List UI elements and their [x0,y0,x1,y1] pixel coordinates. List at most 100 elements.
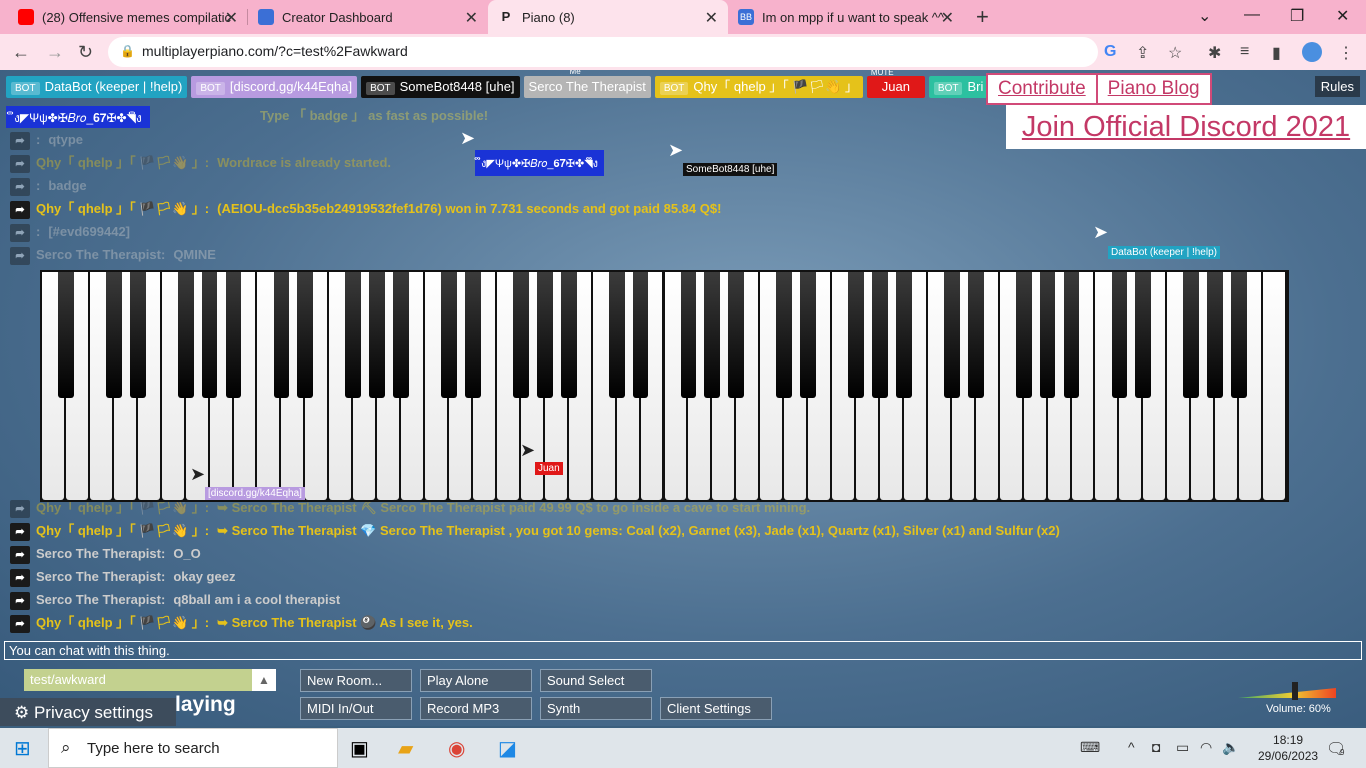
black-key[interactable] [393,272,410,398]
keyboard-icon[interactable]: ⌨ [1080,739,1100,756]
black-key[interactable] [728,272,745,398]
join-discord-link[interactable]: Join Official Discord 2021 [1006,105,1366,149]
back-icon[interactable]: ← [12,42,30,63]
sound-select-button[interactable]: Sound Select [540,669,652,692]
black-key[interactable] [1111,272,1128,398]
device-icon[interactable]: ◘ [1152,739,1160,755]
browser-tab-youtube[interactable]: (28) Offensive memes compilatic ✕ [8,0,248,34]
reply-arrow-icon[interactable]: ➦ [10,523,30,541]
tab-search-icon[interactable]: ⌄ [1198,6,1211,26]
close-window-button[interactable]: ✕ [1336,6,1349,26]
media-icon[interactable]: ≡ [1240,43,1249,61]
menu-icon[interactable]: ⋮ [1338,43,1354,63]
caret-up-icon[interactable]: ▲ [252,669,276,691]
black-key[interactable] [536,272,553,398]
rules-button[interactable]: Rules [1314,76,1360,97]
black-key[interactable] [1183,272,1200,398]
white-key[interactable] [1263,272,1285,500]
reply-arrow-icon[interactable]: ➦ [10,592,30,610]
extensions-icon[interactable]: ✱ [1208,43,1221,63]
black-key[interactable] [776,272,793,398]
black-key[interactable] [441,272,457,398]
client-settings-button[interactable]: Client Settings [660,697,772,720]
piano-keyboard[interactable] [40,270,1289,502]
reply-arrow-icon[interactable]: ➦ [10,178,30,196]
black-key[interactable] [1063,272,1080,398]
close-icon[interactable]: ✕ [465,8,478,28]
forward-icon[interactable]: → [46,42,64,63]
black-key[interactable] [1015,272,1032,398]
privacy-settings-button[interactable]: ⚙ Privacy settings [0,698,176,726]
user-somebot[interactable]: BOT SomeBot8448 [uhe] [361,76,520,98]
roblox-studio-icon[interactable]: ◪ [498,736,517,761]
reply-arrow-icon[interactable]: ➦ [10,132,30,150]
close-icon[interactable]: ✕ [941,8,954,28]
user-databot[interactable]: BOT DataBot (keeper | !help) [6,76,188,98]
user-serco[interactable]: Me Serco The Therapist [523,70,651,98]
black-key[interactable] [800,272,817,398]
taskbar-search[interactable]: ⌕ Type here to search [48,728,338,768]
black-key[interactable] [1207,272,1224,398]
black-key[interactable] [345,272,362,398]
battery-icon[interactable]: ▭ [1176,739,1189,756]
black-key[interactable] [608,272,625,398]
reply-arrow-icon[interactable]: ➦ [10,569,30,587]
wifi-icon[interactable]: ◠ [1200,739,1212,756]
black-key[interactable] [632,272,649,398]
black-key[interactable] [967,272,984,398]
black-key[interactable] [297,272,314,398]
address-bar[interactable]: 🔒 multiplayerpiano.com/?c=test%2Fawkward [108,37,1098,67]
black-key[interactable] [1135,272,1152,398]
user-discord-bot[interactable]: BOT [discord.gg/k44Eqha] [191,76,358,98]
black-key[interactable] [872,272,888,398]
speaker-icon[interactable]: 🔈 [1222,739,1239,756]
volume-slider[interactable] [1238,688,1336,698]
black-key[interactable] [129,272,146,398]
browser-tab-forum[interactable]: BB Im on mpp if u want to speak ^^ ✕ [728,0,964,34]
reply-arrow-icon[interactable]: ➦ [10,546,30,564]
black-key[interactable] [560,272,577,398]
new-room-button[interactable]: New Room... [300,669,412,692]
record-mp3-button[interactable]: Record MP3 [420,697,532,720]
volume-knob[interactable] [1292,682,1298,700]
black-key[interactable] [896,272,912,398]
profile-avatar[interactable] [1302,42,1322,62]
restore-button[interactable]: ❐ [1290,6,1304,26]
chrome-icon[interactable]: ◉ [448,736,465,761]
black-key[interactable] [1039,272,1056,398]
black-key[interactable] [58,272,74,398]
reply-arrow-icon[interactable]: ➦ [10,224,30,242]
reply-arrow-icon[interactable]: ➦ [10,155,30,173]
minimize-button[interactable]: — [1244,6,1260,24]
file-explorer-icon[interactable]: ▰ [398,736,413,761]
black-key[interactable] [1231,272,1247,398]
play-alone-button[interactable]: Play Alone [420,669,532,692]
google-icon[interactable]: G [1104,43,1116,61]
system-clock[interactable]: 18:19 29/06/2023 [1258,732,1318,764]
black-key[interactable] [848,272,864,398]
black-key[interactable] [201,272,218,398]
reply-arrow-icon[interactable]: ➦ [10,247,30,265]
bookmark-star-icon[interactable]: ☆ [1168,43,1182,63]
black-key[interactable] [943,272,960,398]
chat-input[interactable]: You can chat with this thing. [4,641,1362,660]
black-key[interactable] [369,272,386,398]
close-icon[interactable]: ✕ [705,8,718,28]
black-key[interactable] [704,272,721,398]
reply-arrow-icon[interactable]: ➦ [10,201,30,219]
browser-tab-piano[interactable]: P Piano (8) ✕ [488,0,728,34]
reload-icon[interactable]: ↻ [78,42,93,63]
black-key[interactable] [225,272,242,398]
user-qhy[interactable]: BOT Qhy「 qhelp 」「 🏴🏳👋 」 [654,76,863,98]
lock-icon[interactable]: 🔒 [120,44,135,58]
user-juan[interactable]: MUTE Juan [866,70,925,98]
windows-start-icon[interactable]: ⊞ [14,736,31,761]
reply-arrow-icon[interactable]: ➦ [10,615,30,633]
black-key[interactable] [512,272,529,398]
black-key[interactable] [105,272,122,398]
share-icon[interactable]: ⇪ [1136,43,1149,63]
browser-tab-creator-dashboard[interactable]: Creator Dashboard ✕ [248,0,488,34]
side-panel-icon[interactable]: ▮ [1272,43,1281,63]
contribute-link[interactable]: Contribute [986,73,1098,105]
close-icon[interactable]: ✕ [225,8,238,28]
